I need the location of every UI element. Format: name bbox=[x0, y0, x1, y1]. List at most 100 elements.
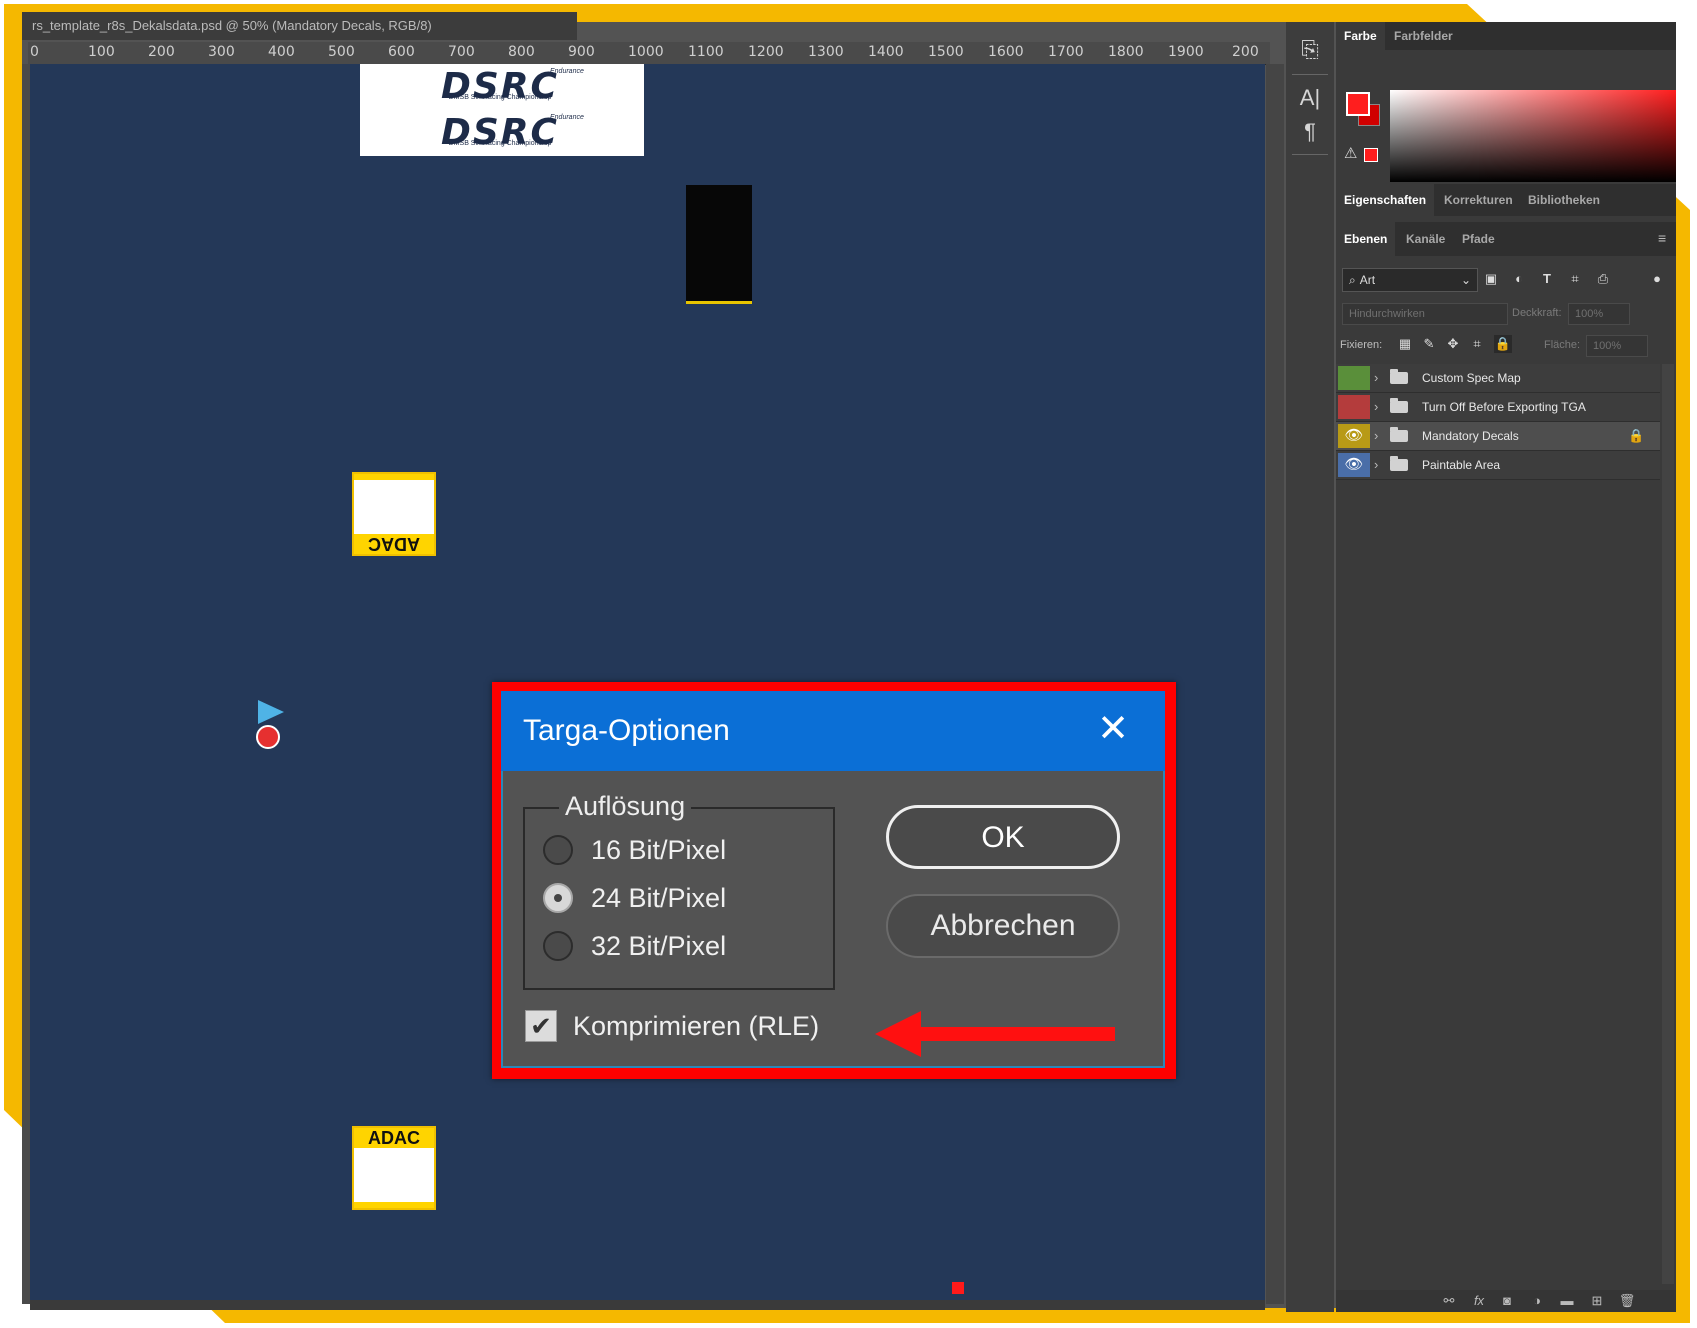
radio-button[interactable] bbox=[543, 883, 573, 913]
layers-scrollbar[interactable] bbox=[1662, 364, 1674, 1284]
ruler-tick: 900 bbox=[568, 44, 595, 60]
lock-pixels-icon[interactable]: ✎ bbox=[1420, 335, 1438, 353]
adjustment-layer-icon[interactable]: ◑ bbox=[1526, 1292, 1548, 1310]
shape-filter-icon[interactable]: ⌗ bbox=[1566, 270, 1584, 288]
filter-toggle-icon[interactable]: ● bbox=[1648, 270, 1666, 288]
radio-label: 32 Bit/Pixel bbox=[591, 931, 727, 961]
dialog-highlight: Targa-Optionen ✕ Auflösung 16 Bit/Pixel … bbox=[492, 682, 1176, 1079]
gamut-swatch[interactable] bbox=[1364, 148, 1378, 162]
radio-button[interactable] bbox=[543, 835, 573, 865]
blend-mode-select[interactable]: Hindurchwirken bbox=[1342, 303, 1508, 325]
opacity-field[interactable]: 100% bbox=[1568, 303, 1630, 325]
chevron-right-icon[interactable]: › bbox=[1374, 422, 1386, 450]
dialog-titlebar[interactable]: Targa-Optionen ✕ bbox=[501, 691, 1165, 771]
vertical-scrollbar[interactable] bbox=[1266, 64, 1284, 1304]
character-panel-icon[interactable]: A| bbox=[1296, 84, 1324, 112]
tab-kanaele[interactable]: Kanäle bbox=[1398, 222, 1453, 256]
tab-pfade[interactable]: Pfade bbox=[1454, 222, 1503, 256]
ruler-tick: 1600 bbox=[988, 44, 1024, 60]
eye-icon[interactable]: 👁 bbox=[1338, 453, 1370, 477]
ruler-tick: 1700 bbox=[1048, 44, 1084, 60]
ruler-tick: 0 bbox=[30, 44, 39, 60]
type-filter-icon[interactable]: T bbox=[1538, 270, 1556, 288]
tab-ebenen[interactable]: Ebenen bbox=[1336, 222, 1396, 256]
divider bbox=[1292, 154, 1328, 155]
folder-icon bbox=[1390, 456, 1408, 471]
smart-object-filter-icon[interactable]: ⎙ bbox=[1594, 270, 1612, 288]
ruler-tick: 600 bbox=[388, 44, 415, 60]
opacity-label: Deckkraft: bbox=[1512, 307, 1562, 319]
dialog-title: Targa-Optionen bbox=[523, 714, 730, 747]
panel-dock-strip: ⎘ A| ¶ bbox=[1286, 22, 1334, 1312]
visibility-toggle[interactable] bbox=[1338, 366, 1370, 390]
chevron-right-icon[interactable]: › bbox=[1374, 364, 1386, 392]
tab-bibliotheken[interactable]: Bibliotheken bbox=[1520, 184, 1608, 216]
folder-icon bbox=[1390, 369, 1408, 384]
horizontal-scrollbar[interactable] bbox=[30, 1300, 1265, 1310]
lock-transparency-icon[interactable]: ▦ bbox=[1396, 335, 1414, 353]
document-tab[interactable]: rs_template_r8s_Dekalsdata.psd @ 50% (Ma… bbox=[22, 12, 577, 40]
layer-row-mandatory-decals[interactable]: 👁 › Mandatory Decals 🔒 bbox=[1336, 422, 1660, 451]
targa-options-dialog: Targa-Optionen ✕ Auflösung 16 Bit/Pixel … bbox=[501, 691, 1165, 1068]
ruler-tick: 1400 bbox=[868, 44, 904, 60]
radio-button[interactable] bbox=[543, 931, 573, 961]
chevron-right-icon[interactable]: › bbox=[1374, 393, 1386, 421]
adac-decal: ADAC bbox=[352, 1126, 436, 1210]
layer-row-custom-spec-map[interactable]: › Custom Spec Map bbox=[1336, 364, 1660, 393]
ruler-tick: 1900 bbox=[1168, 44, 1204, 60]
layer-style-icon[interactable]: fx bbox=[1468, 1292, 1490, 1310]
lock-position-icon[interactable]: ✥ bbox=[1444, 335, 1462, 353]
layer-filter-select[interactable]: ⌕ Art ⌄ bbox=[1342, 268, 1478, 292]
ok-button[interactable]: OK bbox=[886, 805, 1120, 869]
search-icon: ⌕ bbox=[1349, 273, 1356, 287]
dsrc-logo-decal: Endurance DSRC DMSB SimRacing Championsh… bbox=[360, 64, 644, 156]
layer-filter-value: Art bbox=[1359, 273, 1376, 287]
layer-row-turn-off-before-exporting[interactable]: › Turn Off Before Exporting TGA bbox=[1336, 393, 1660, 422]
lock-all-icon[interactable]: 🔒 bbox=[1494, 335, 1512, 353]
ruler-tick: 200 bbox=[1232, 44, 1259, 60]
layer-name: Mandatory Decals bbox=[1422, 429, 1519, 443]
ruler-tick: 200 bbox=[148, 44, 175, 60]
delete-layer-icon[interactable]: 🗑 bbox=[1616, 1292, 1638, 1310]
chevron-right-icon[interactable]: › bbox=[1374, 451, 1386, 479]
ruler-tick: 1200 bbox=[748, 44, 784, 60]
lock-icon: 🔒 bbox=[1628, 428, 1645, 443]
image-filter-icon[interactable]: ▣ bbox=[1482, 270, 1500, 288]
compress-checkbox[interactable]: ✔ bbox=[525, 1010, 557, 1042]
adac-label: ADAC bbox=[354, 534, 434, 554]
resolution-group: Auflösung 16 Bit/Pixel 24 Bit/Pixel 32 B… bbox=[523, 789, 835, 990]
adac-decal-flipped: ADAC bbox=[352, 472, 436, 556]
add-mask-icon[interactable]: ◙ bbox=[1496, 1292, 1518, 1310]
new-layer-icon[interactable]: ⊞ bbox=[1586, 1292, 1608, 1310]
adjustment-filter-icon[interactable]: ◐ bbox=[1510, 270, 1528, 288]
foreground-color-swatch[interactable] bbox=[1346, 92, 1370, 116]
fill-field[interactable]: 100% bbox=[1586, 335, 1648, 357]
tab-farbfelder[interactable]: Farbfelder bbox=[1386, 22, 1461, 50]
adac-strip bbox=[354, 1202, 434, 1208]
panel-menu-icon[interactable]: ≡ bbox=[1658, 230, 1666, 246]
link-layers-icon[interactable]: ⚯ bbox=[1438, 1292, 1460, 1310]
right-panel: Farbe Farbfelder ⚠ Eigenschaften Korrekt… bbox=[1336, 22, 1676, 1312]
eye-icon[interactable]: 👁 bbox=[1338, 424, 1370, 448]
ruler-tick: 1500 bbox=[928, 44, 964, 60]
paragraph-panel-icon[interactable]: ¶ bbox=[1296, 118, 1324, 146]
close-icon[interactable]: ✕ bbox=[1093, 709, 1133, 749]
tab-eigenschaften[interactable]: Eigenschaften bbox=[1336, 184, 1435, 216]
lock-label: Fixieren: bbox=[1340, 339, 1383, 351]
history-panel-icon[interactable]: ⎘ bbox=[1296, 36, 1324, 64]
chevron-down-icon: ⌄ bbox=[1460, 273, 1471, 287]
tab-farbe[interactable]: Farbe bbox=[1336, 22, 1385, 50]
cancel-button[interactable]: Abbrechen bbox=[886, 894, 1120, 958]
lock-artboard-icon[interactable]: ⌗ bbox=[1468, 335, 1486, 353]
radio-label: 16 Bit/Pixel bbox=[591, 835, 727, 865]
color-spectrum-picker[interactable] bbox=[1390, 90, 1676, 182]
layers-bottom-bar: ⚯ fx ◙ ◑ ▬ ⊞ 🗑 bbox=[1336, 1290, 1676, 1312]
radio-label: 24 Bit/Pixel bbox=[591, 883, 727, 913]
ruler-tick: 400 bbox=[268, 44, 295, 60]
ruler-tick: 800 bbox=[508, 44, 535, 60]
new-group-icon[interactable]: ▬ bbox=[1556, 1292, 1578, 1310]
tab-korrekturen[interactable]: Korrekturen bbox=[1436, 184, 1521, 216]
visibility-toggle[interactable] bbox=[1338, 395, 1370, 419]
layer-row-paintable-area[interactable]: 👁 › Paintable Area bbox=[1336, 451, 1660, 480]
ruler-tick: 1000 bbox=[628, 44, 664, 60]
